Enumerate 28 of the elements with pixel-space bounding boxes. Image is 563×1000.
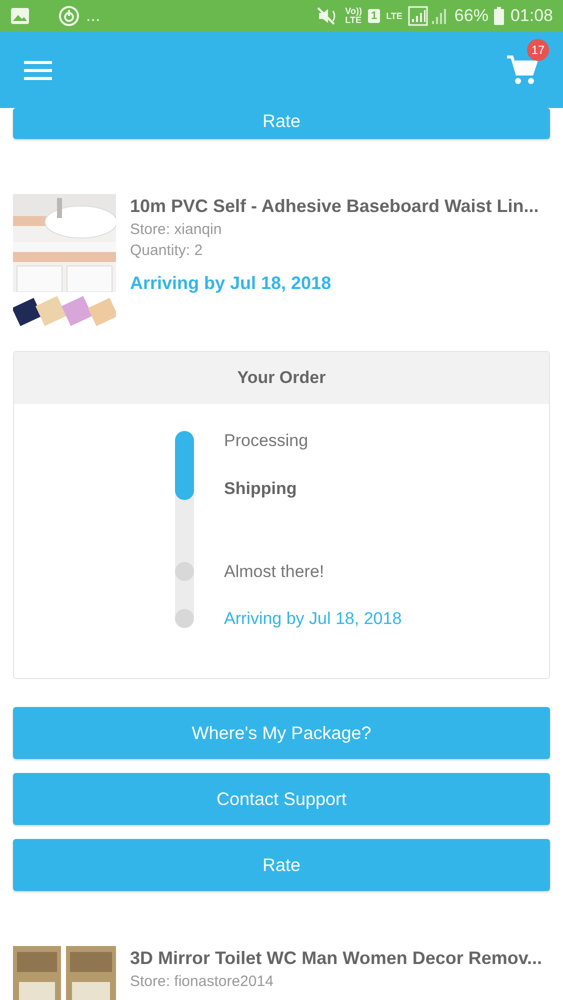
step-label: Arriving by Jul 18, 2018 [224,609,402,629]
store-name: Store: fionastore2014 [130,973,274,990]
sim-label: 1 [368,9,380,23]
battery-icon [494,7,504,25]
battery-percent: 66% [454,6,488,26]
notification-more: ... [86,6,100,26]
step-label: Processing [224,431,308,451]
cart-icon[interactable] [505,53,539,87]
arrival-date: Arriving by Jul 18, 2018 [130,273,332,294]
card-title: Your Order [14,352,549,404]
action-button[interactable]: Contact Support [13,773,550,825]
cart-count-badge: 17 [527,39,549,61]
network-label: LTE [386,12,402,20]
store-name: Store: xianqin [130,221,223,238]
product-title[interactable]: 10m PVC Self - Adhesive Baseboard Waist Lin... [130,196,539,217]
action-button[interactable]: Rate [13,839,550,891]
power-icon [58,5,80,27]
volte-label: Vo)) LTE [345,7,362,25]
rate-button[interactable]: Rate [13,108,550,139]
step-label: Almost there! [224,562,324,582]
step-label: Shipping [224,479,297,499]
clock: 01:08 [510,6,553,26]
image-icon [10,7,30,25]
product-title[interactable]: 3D Mirror Toilet WC Man Women Decor Remov... [130,948,542,969]
quantity: Quantity: 2 [130,242,204,259]
action-button[interactable]: Where's My Package? [13,707,550,759]
signal-icon [408,6,448,26]
menu-icon[interactable] [24,60,52,80]
